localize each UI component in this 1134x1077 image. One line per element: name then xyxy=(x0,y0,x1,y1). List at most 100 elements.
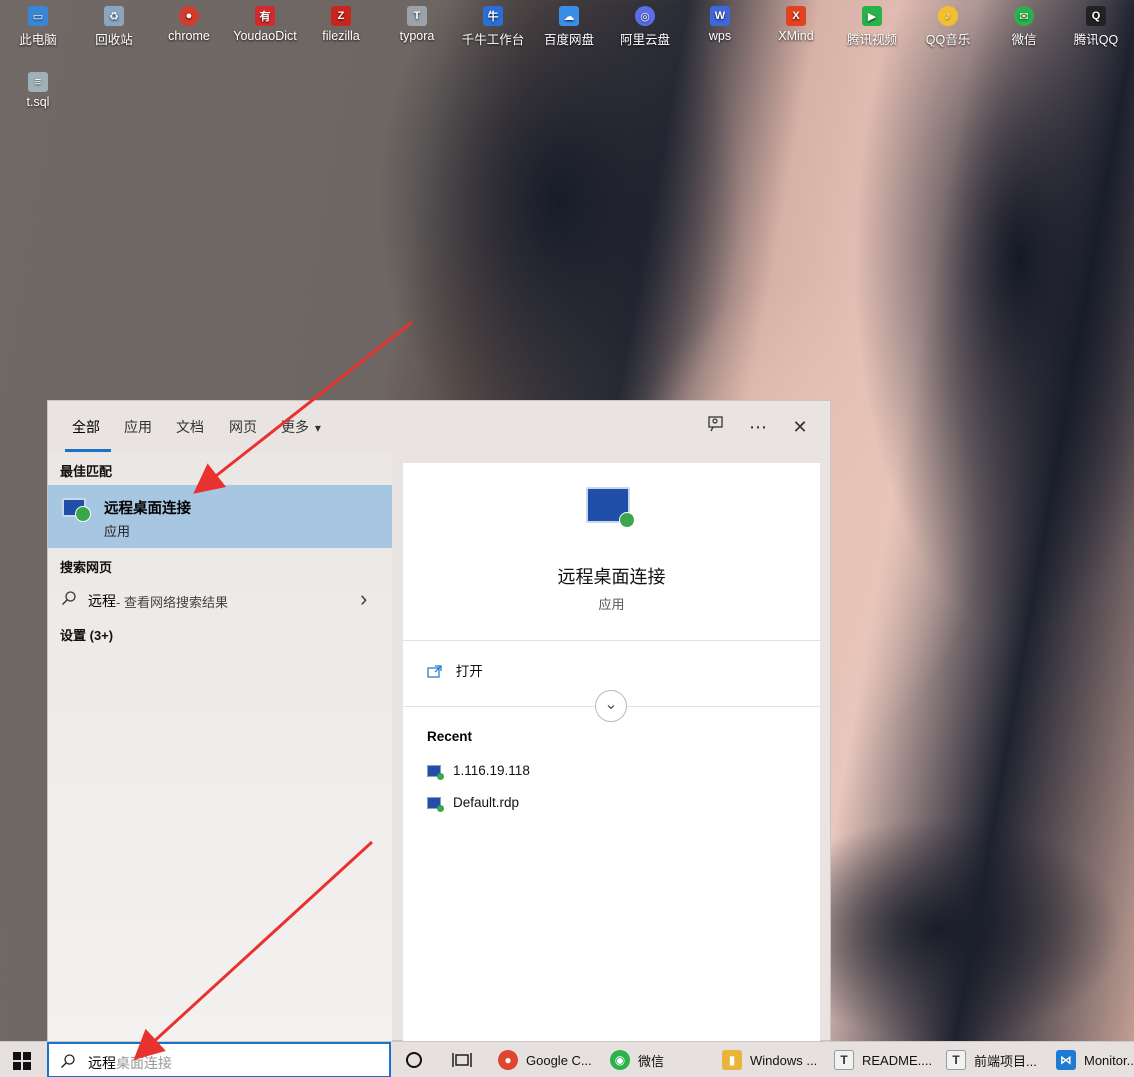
chrome-icon: ● xyxy=(498,1050,518,1070)
taskbar-app-label: README.... xyxy=(862,1052,933,1068)
desktop-icon-label: typora xyxy=(399,29,435,43)
desktop-icon-label: 腾讯视频 xyxy=(846,33,897,47)
taskbar-app-explorer[interactable]: ▮ Windows ... xyxy=(722,1042,817,1077)
computer-icon: ▭ xyxy=(28,6,48,26)
best-match-heading: 最佳匹配 xyxy=(60,464,113,479)
taskbar-app-chrome[interactable]: ● Google C... xyxy=(498,1042,592,1077)
xmind-icon: X xyxy=(786,6,806,26)
youdao-icon: 有 xyxy=(255,6,275,26)
tab-documents[interactable]: 文档 xyxy=(176,417,204,437)
web-search-heading: 搜索网页 xyxy=(60,560,113,575)
desktop-icon-label: 阿里云盘 xyxy=(619,33,670,47)
recent-heading: Recent xyxy=(427,729,473,744)
feedback-icon-glyph xyxy=(708,416,723,432)
typora-icon: T xyxy=(407,6,427,26)
taskbar-app-label: Google C... xyxy=(526,1052,592,1068)
qq-penguin-icon: Q xyxy=(1086,6,1106,26)
open-label: 打开 xyxy=(455,664,483,679)
chevron-right-icon: › xyxy=(360,586,368,611)
recent-item[interactable]: Default.rdp xyxy=(427,795,520,812)
tab-apps[interactable]: 应用 xyxy=(124,417,152,437)
settings-heading[interactable]: 设置 (3+) xyxy=(60,625,113,644)
desktop-icon-youdaodict[interactable]: 有 YoudaoDict xyxy=(227,0,303,43)
desktop-icon-wps[interactable]: W wps xyxy=(682,0,758,43)
wps-icon: W xyxy=(710,6,730,26)
desktop-icon-label: wps xyxy=(708,29,732,43)
taskbar-app-typora-readme[interactable]: T README.... xyxy=(834,1042,932,1077)
web-search-query: 远程 xyxy=(88,593,116,609)
remote-desktop-large-icon xyxy=(586,487,635,528)
recent-item[interactable]: 1.116.19.118 xyxy=(427,763,530,780)
tab-more[interactable]: 更多 ▾ xyxy=(281,417,321,437)
best-match-type: 应用 xyxy=(104,524,131,539)
search-query: 远程 xyxy=(88,1055,116,1071)
search-input[interactable]: 远程桌面连接 xyxy=(88,1053,172,1073)
tab-more-label: 更多 xyxy=(281,419,309,435)
taskbar-app-label: 前端项目... xyxy=(974,1053,1037,1069)
recent-item-label: 1.116.19.118 xyxy=(453,763,530,778)
desktop-icon-wechat[interactable]: ✉ 微信 xyxy=(986,0,1062,48)
desktop-icon-label: chrome xyxy=(168,29,210,43)
chrome-icon: ● xyxy=(179,6,199,26)
desktop-icon-label: YoudaoDict xyxy=(233,29,297,43)
taskbar-app-typora-project[interactable]: T 前端项目... xyxy=(946,1042,1037,1077)
taskbar-app-label: Monitor... xyxy=(1084,1052,1134,1068)
search-autocomplete-hint: 桌面连接 xyxy=(116,1055,172,1071)
taskbar: 远程桌面连接 ● Google C... ◉ 微信 ▮ Windows ... … xyxy=(0,1041,1134,1077)
cortana-icon[interactable] xyxy=(406,1052,422,1068)
recent-item-label: Default.rdp xyxy=(453,795,520,810)
desktop-icon-qianniu[interactable]: 牛 千牛工作台 xyxy=(455,0,531,48)
open-action[interactable]: 打开 xyxy=(427,660,483,680)
desktop-icon-baidu-netdisk[interactable]: ☁ 百度网盘 xyxy=(531,0,607,48)
typora-icon: T xyxy=(946,1050,966,1070)
desktop-icon-label: filezilla xyxy=(322,29,360,43)
filezilla-icon: Z xyxy=(331,6,351,26)
wechat-icon: ✉ xyxy=(1014,6,1034,26)
desktop-icon-recycle-bin[interactable]: ♻ 回收站 xyxy=(76,0,152,48)
web-search-result[interactable]: 远程 - 查看网络搜索结果 › xyxy=(48,583,392,615)
desktop-icon-chrome[interactable]: ● chrome xyxy=(151,0,227,43)
close-icon[interactable]: ✕ xyxy=(788,415,812,439)
desktop-icon-label: XMind xyxy=(778,29,814,43)
best-match-item[interactable]: 远程桌面连接 应用 xyxy=(48,485,392,548)
tab-all[interactable]: 全部 xyxy=(72,417,100,437)
desktop-icon-xmind[interactable]: X XMind xyxy=(758,0,834,43)
taskbar-app-label: Windows ... xyxy=(750,1052,818,1068)
desktop-icon-filezilla[interactable]: Z filezilla xyxy=(303,0,379,43)
taskbar-app-vscode[interactable]: ⋈ Monitor... xyxy=(1056,1042,1134,1077)
desktop-icon-label: t.sql xyxy=(26,95,50,109)
open-window-icon xyxy=(427,665,442,678)
rdp-file-icon xyxy=(427,797,444,812)
best-match-name: 远程桌面连接 xyxy=(104,501,191,517)
folder-icon: ▮ xyxy=(722,1050,742,1070)
vscode-icon: ⋈ xyxy=(1056,1050,1076,1070)
desktop-icon-label: 千牛工作台 xyxy=(461,33,525,47)
baidu-netdisk-icon: ☁ xyxy=(559,6,579,26)
desktop-icon-this-pc[interactable]: ▭ 此电脑 xyxy=(0,0,76,48)
desktop-icon-tencent-video[interactable]: ▶ 腾讯视频 xyxy=(834,0,910,48)
desktop-icon-label: 微信 xyxy=(1011,33,1037,47)
recycle-bin-icon: ♻ xyxy=(104,6,124,26)
typora-icon: T xyxy=(834,1050,854,1070)
taskbar-app-wechat[interactable]: ◉ 微信 xyxy=(610,1042,664,1077)
desktop-icon-typora[interactable]: T typora xyxy=(379,0,455,43)
rdp-file-icon xyxy=(427,765,444,780)
active-tab-indicator xyxy=(65,449,111,452)
desktop-icon-tencent-qq[interactable]: Q 腾讯QQ xyxy=(1058,0,1134,48)
taskbar-search-box[interactable]: 远程桌面连接 xyxy=(47,1042,391,1077)
desktop-icon-tsql[interactable]: ≡ t.sql xyxy=(0,66,76,109)
expand-button[interactable]: ⌄ xyxy=(595,690,627,722)
chevron-down-icon: ▾ xyxy=(314,421,321,435)
tencent-video-icon: ▶ xyxy=(862,6,882,26)
more-options-icon[interactable]: ⋯ xyxy=(746,415,770,439)
task-view-icon[interactable] xyxy=(452,1052,472,1068)
desktop-icon-aliyun-drive[interactable]: ◎ 阿里云盘 xyxy=(607,0,683,48)
search-icon xyxy=(62,591,76,605)
feedback-icon[interactable] xyxy=(704,415,728,439)
search-panel: 全部 应用 文档 网页 更多 ▾ ⋯ ✕ 最佳匹配 远程桌面连接 应用 搜索网页… xyxy=(47,400,831,1043)
desktop-icon-qq-music[interactable]: ♪ QQ音乐 xyxy=(910,0,986,48)
tab-web[interactable]: 网页 xyxy=(229,417,257,437)
web-search-suffix: - 查看网络搜索结果 xyxy=(116,595,228,610)
detail-app-title: 远程桌面连接 xyxy=(557,567,666,587)
windows-start-icon[interactable] xyxy=(13,1052,31,1070)
